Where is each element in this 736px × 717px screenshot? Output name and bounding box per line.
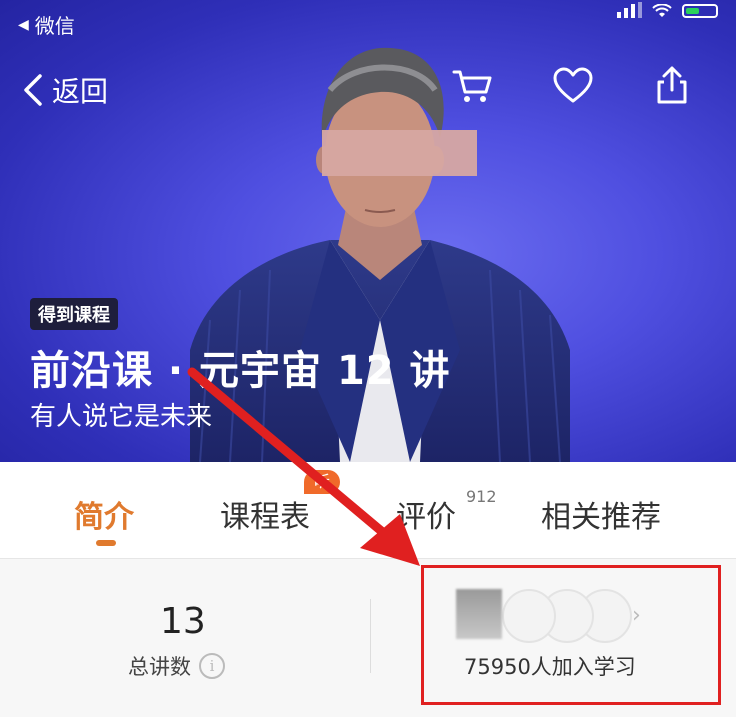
signal-icon: [617, 2, 642, 18]
info-icon[interactable]: i: [199, 653, 225, 679]
tab-reviews[interactable]: 评价: [396, 492, 456, 536]
active-tab-indicator: [96, 540, 116, 546]
course-hero: ◀ 微信 返回 得到课程 前沿课 · 元宇宙 12 讲 有人说它是未来: [0, 0, 736, 462]
listen-badge: 听: [304, 470, 341, 494]
lecture-count: 13: [160, 601, 206, 642]
heart-icon: [553, 67, 593, 103]
back-button[interactable]: 返回: [22, 70, 108, 110]
share-button[interactable]: [650, 64, 694, 108]
course-title: 前沿课 · 元宇宙 12 讲: [30, 348, 451, 394]
status-app-label: 微信: [34, 14, 75, 38]
share-icon: [657, 66, 687, 104]
wifi-icon: [652, 4, 672, 17]
review-count: 912: [466, 487, 497, 506]
tab-intro[interactable]: 简介: [74, 492, 134, 536]
cart-button[interactable]: [450, 64, 494, 108]
back-triangle-icon: ◀: [18, 16, 29, 33]
battery-icon: [682, 4, 718, 18]
chevron-left-icon: [24, 74, 42, 106]
course-subtitle: 有人说它是未来: [30, 402, 213, 432]
favorite-button[interactable]: [551, 64, 595, 108]
cart-icon: [452, 70, 492, 102]
course-tag: 得到课程: [30, 298, 118, 330]
back-label: 返回: [52, 75, 109, 108]
stats-divider: [370, 599, 371, 673]
tab-schedule[interactable]: 课程表: [220, 492, 310, 536]
lecture-count-label: 总讲数: [128, 655, 191, 679]
lecture-count-label-row: 总讲数 i: [128, 651, 225, 681]
status-back-to-app[interactable]: ◀ 微信: [18, 10, 75, 39]
tab-related[interactable]: 相关推荐: [541, 492, 661, 536]
tab-bar: 简介 课程表 评价 相关推荐: [0, 462, 736, 559]
status-indicators: [617, 0, 718, 18]
highlight-box: [421, 565, 721, 705]
